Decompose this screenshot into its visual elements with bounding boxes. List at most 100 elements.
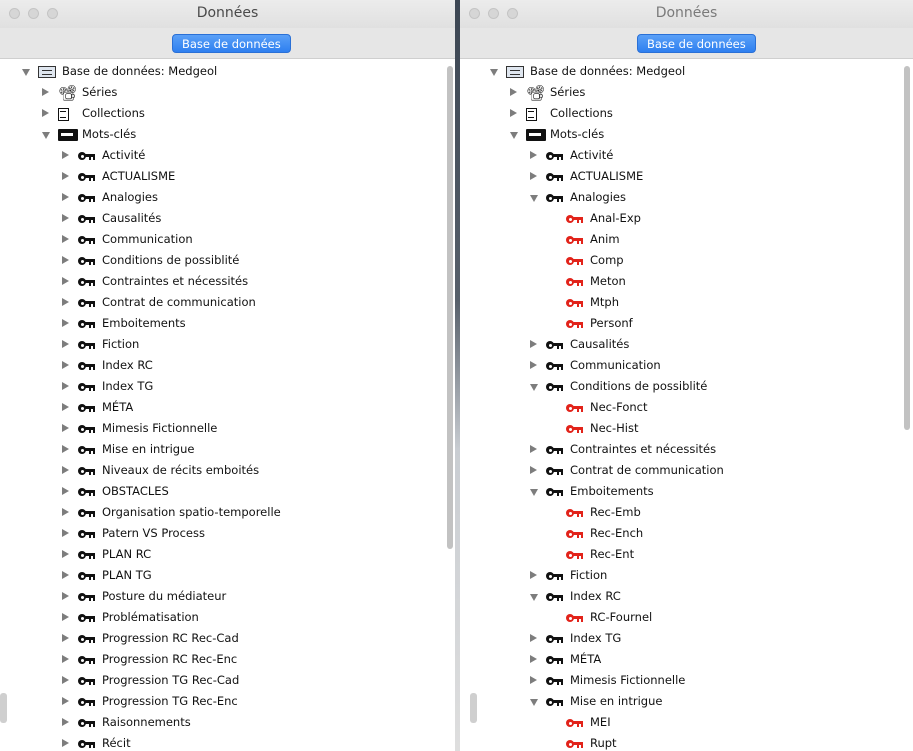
tree-row[interactable]: 📽 Séries	[460, 83, 913, 104]
tree-row[interactable]: MEI	[460, 713, 913, 734]
disclosure-closed-icon[interactable]	[62, 634, 69, 642]
disclosure-closed-icon[interactable]	[62, 529, 69, 537]
disclosure-closed-icon[interactable]	[62, 277, 69, 285]
disclosure-closed-icon[interactable]	[62, 571, 69, 579]
tree-row[interactable]: RC-Fournel	[460, 608, 913, 629]
disclosure-closed-icon[interactable]	[42, 109, 49, 117]
tree-row[interactable]: Activité	[460, 146, 913, 167]
tree-row[interactable]: Rec-Ent	[460, 545, 913, 566]
tree-row[interactable]: Base de données: Medgeol	[0, 62, 455, 83]
database-button[interactable]: Base de données	[172, 34, 291, 53]
tree-row[interactable]: Analogies	[0, 188, 455, 209]
tree-row[interactable]: Conditions de possiblité	[0, 251, 455, 272]
tree-row[interactable]: Anal-Exp	[460, 209, 913, 230]
tree-row[interactable]: Mimesis Fictionnelle	[460, 671, 913, 692]
disclosure-open-icon[interactable]	[530, 489, 538, 496]
tree-row[interactable]: Collections	[460, 104, 913, 125]
tree-row[interactable]: Base de données: Medgeol	[460, 62, 913, 83]
disclosure-open-icon[interactable]	[530, 384, 538, 391]
tree-row[interactable]: Conditions de possiblité	[460, 377, 913, 398]
disclosure-closed-icon[interactable]	[62, 697, 69, 705]
tree-row[interactable]: Raisonnements	[0, 713, 455, 734]
tree-row[interactable]: Index RC	[460, 587, 913, 608]
disclosure-closed-icon[interactable]	[530, 172, 537, 180]
tree-row[interactable]: Mimesis Fictionnelle	[0, 419, 455, 440]
disclosure-open-icon[interactable]	[510, 132, 518, 139]
disclosure-closed-icon[interactable]	[530, 340, 537, 348]
tree-row[interactable]: Emboitements	[460, 482, 913, 503]
disclosure-closed-icon[interactable]	[62, 403, 69, 411]
tree-row[interactable]: MÉTA	[0, 398, 455, 419]
tree-row[interactable]: MÉTA	[460, 650, 913, 671]
tree-row[interactable]: Problématisation	[0, 608, 455, 629]
disclosure-closed-icon[interactable]	[62, 361, 69, 369]
disclosure-open-icon[interactable]	[490, 69, 498, 76]
tree-row[interactable]: Causalités	[0, 209, 455, 230]
tree-row[interactable]: Nec-Hist	[460, 419, 913, 440]
disclosure-closed-icon[interactable]	[530, 151, 537, 159]
tree-row[interactable]: Meton	[460, 272, 913, 293]
disclosure-open-icon[interactable]	[530, 195, 538, 202]
tree-row[interactable]: Index RC	[0, 356, 455, 377]
disclosure-closed-icon[interactable]	[62, 676, 69, 684]
tree-row[interactable]: OBSTACLES	[0, 482, 455, 503]
tree-row[interactable]: PLAN TG	[0, 566, 455, 587]
disclosure-closed-icon[interactable]	[530, 655, 537, 663]
disclosure-open-icon[interactable]	[42, 132, 50, 139]
tree-row[interactable]: Mise en intrigue	[0, 440, 455, 461]
tree-row[interactable]: Contraintes et nécessités	[460, 440, 913, 461]
disclosure-closed-icon[interactable]	[62, 424, 69, 432]
tree-row[interactable]: ACTUALISME	[460, 167, 913, 188]
tree-row[interactable]: Patern VS Process	[0, 524, 455, 545]
tree-row[interactable]: Progression TG Rec-Cad	[0, 671, 455, 692]
tree-row[interactable]: Causalités	[460, 335, 913, 356]
disclosure-closed-icon[interactable]	[530, 466, 537, 474]
tree-row[interactable]: Posture du médiateur	[0, 587, 455, 608]
disclosure-closed-icon[interactable]	[62, 655, 69, 663]
tree-row[interactable]: Emboitements	[0, 314, 455, 335]
tree-row[interactable]: Progression RC Rec-Enc	[0, 650, 455, 671]
tree-row[interactable]: Mise en intrigue	[460, 692, 913, 713]
disclosure-closed-icon[interactable]	[530, 571, 537, 579]
disclosure-closed-icon[interactable]	[42, 88, 49, 96]
tree-row[interactable]: ACTUALISME	[0, 167, 455, 188]
disclosure-closed-icon[interactable]	[62, 214, 69, 222]
resize-handle[interactable]	[0, 693, 7, 723]
tree-row[interactable]: Rec-Ench	[460, 524, 913, 545]
disclosure-closed-icon[interactable]	[62, 739, 69, 747]
disclosure-open-icon[interactable]	[530, 699, 538, 706]
tree-row[interactable]: Niveaux de récits emboités	[0, 461, 455, 482]
disclosure-open-icon[interactable]	[530, 594, 538, 601]
disclosure-closed-icon[interactable]	[62, 445, 69, 453]
tree-row[interactable]: Nec-Fonct	[460, 398, 913, 419]
tree-row[interactable]: Index TG	[0, 377, 455, 398]
resize-handle[interactable]	[470, 693, 477, 723]
tree-row[interactable]: Collections	[0, 104, 455, 125]
disclosure-closed-icon[interactable]	[62, 172, 69, 180]
tree-row[interactable]: Rupt	[460, 734, 913, 751]
tree-row[interactable]: Récit	[0, 734, 455, 751]
tree-row[interactable]: Activité	[0, 146, 455, 167]
tree-row[interactable]: Index TG	[460, 629, 913, 650]
disclosure-closed-icon[interactable]	[62, 487, 69, 495]
tree-row[interactable]: Rec-Emb	[460, 503, 913, 524]
disclosure-closed-icon[interactable]	[530, 445, 537, 453]
disclosure-closed-icon[interactable]	[62, 235, 69, 243]
disclosure-closed-icon[interactable]	[62, 340, 69, 348]
tree-row[interactable]: Fiction	[460, 566, 913, 587]
tree-row[interactable]: Mots-clés	[0, 125, 455, 146]
tree-row[interactable]: Contrat de communication	[0, 293, 455, 314]
disclosure-closed-icon[interactable]	[62, 319, 69, 327]
tree-row[interactable]: Personf	[460, 314, 913, 335]
tree-row[interactable]: 📽 Séries	[0, 83, 455, 104]
disclosure-closed-icon[interactable]	[530, 361, 537, 369]
tree-row[interactable]: Analogies	[460, 188, 913, 209]
disclosure-closed-icon[interactable]	[62, 193, 69, 201]
tree-row[interactable]: Communication	[460, 356, 913, 377]
tree-row[interactable]: Contraintes et nécessités	[0, 272, 455, 293]
tree-row[interactable]: Progression RC Rec-Cad	[0, 629, 455, 650]
tree-row[interactable]: Communication	[0, 230, 455, 251]
disclosure-closed-icon[interactable]	[62, 151, 69, 159]
disclosure-closed-icon[interactable]	[62, 592, 69, 600]
tree-row[interactable]: Contrat de communication	[460, 461, 913, 482]
